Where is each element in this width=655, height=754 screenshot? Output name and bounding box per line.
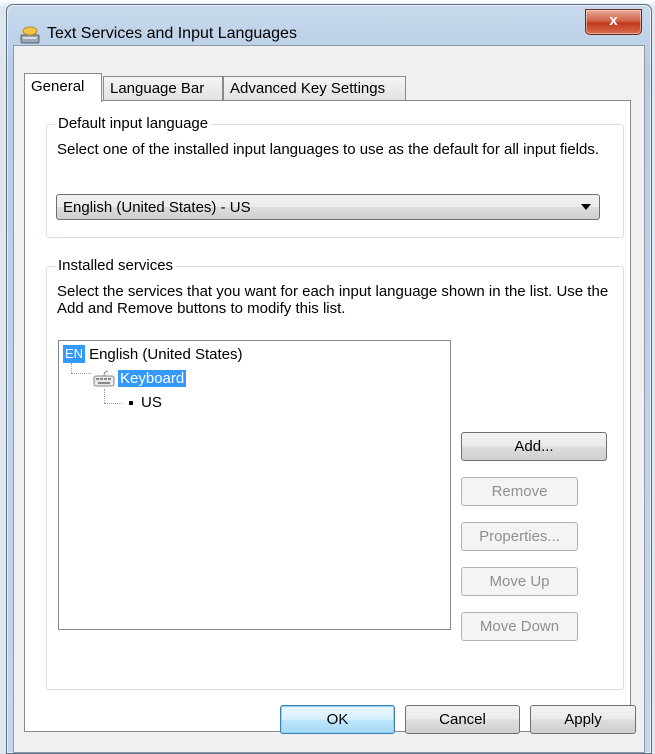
properties-button[interactable]: Properties... [461, 522, 578, 551]
remove-button[interactable]: Remove [461, 477, 578, 506]
default-input-language-label: Default input language [55, 115, 212, 132]
tree-connector [104, 389, 105, 403]
chevron-down-icon [581, 204, 591, 210]
keyboard-label: Keyboard [118, 370, 187, 387]
tab-advanced-key-settings[interactable]: Advanced Key Settings [223, 76, 406, 100]
tab-general[interactable]: General [24, 73, 102, 102]
default-language-dropdown[interactable]: English (United States) - US [56, 194, 600, 220]
installed-services-label: Installed services [55, 257, 177, 274]
tree-connector [71, 373, 91, 374]
cancel-button[interactable]: Cancel [405, 705, 520, 734]
tab-language-bar[interactable]: Language Bar [103, 76, 223, 100]
move-up-button[interactable]: Move Up [461, 567, 578, 596]
window-title: Text Services and Input Languages [47, 25, 297, 42]
default-language-value: English (United States) - US [63, 199, 251, 216]
tree-connector [71, 363, 72, 373]
close-button[interactable]: x [585, 9, 642, 35]
app-icon [19, 25, 41, 45]
tree-item-keyboard[interactable]: Keyboard [93, 369, 187, 389]
installed-services-tree[interactable]: EN English (United States) Keyboard US [58, 340, 451, 630]
tree-connector [104, 403, 122, 404]
dialog-client-area: General Language Bar Advanced Key Settin… [13, 45, 645, 753]
language-badge: EN [63, 345, 86, 363]
language-label: English (United States) [89, 346, 243, 363]
tree-item-language[interactable]: EN English (United States) [63, 345, 242, 365]
layout-label: US [141, 394, 162, 411]
bullet-icon [129, 401, 133, 406]
add-button[interactable]: Add... [461, 432, 607, 461]
installed-services-description: Select the services that you want for ea… [57, 283, 609, 317]
tree-item-layout-us[interactable]: US [129, 393, 162, 413]
default-input-description: Select one of the installed input langua… [57, 141, 600, 158]
apply-button[interactable]: Apply [530, 705, 636, 734]
ok-button[interactable]: OK [280, 705, 395, 734]
move-down-button[interactable]: Move Down [461, 612, 578, 641]
